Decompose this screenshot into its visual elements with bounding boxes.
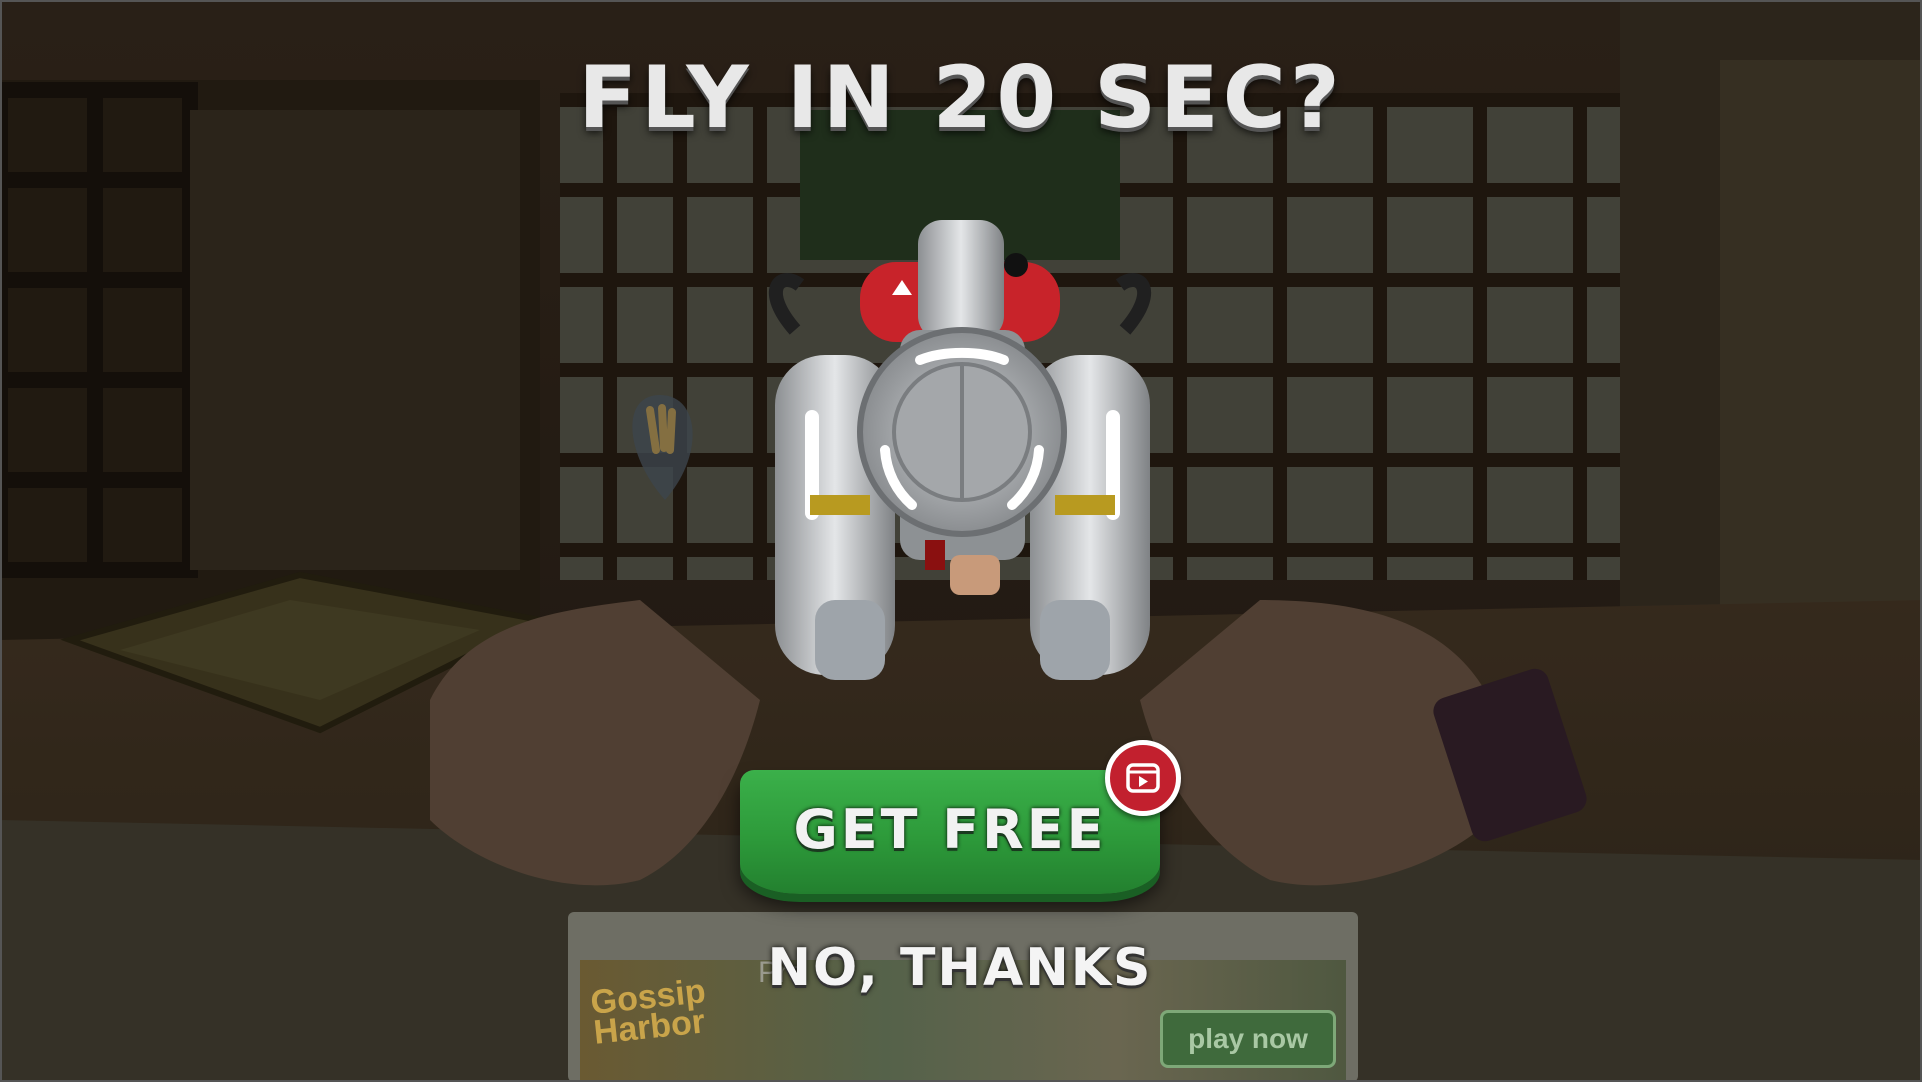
offer-title: FLY IN 20 SEC? xyxy=(578,48,1344,148)
get-free-button[interactable]: GET FREE xyxy=(740,770,1160,894)
video-ad-icon xyxy=(1105,740,1181,816)
ad-logo: Gossip Harbor xyxy=(589,972,710,1052)
ad-play-button[interactable]: play now xyxy=(1160,1010,1336,1068)
ad-logo-line2: Harbor xyxy=(591,1002,707,1052)
no-thanks-button[interactable]: NO, THANKS xyxy=(760,938,1160,998)
game-screen: FLY IN 20 SEC? Pro Gossip Harbor play no… xyxy=(0,0,1922,1082)
get-free-label: GET FREE xyxy=(793,798,1107,861)
